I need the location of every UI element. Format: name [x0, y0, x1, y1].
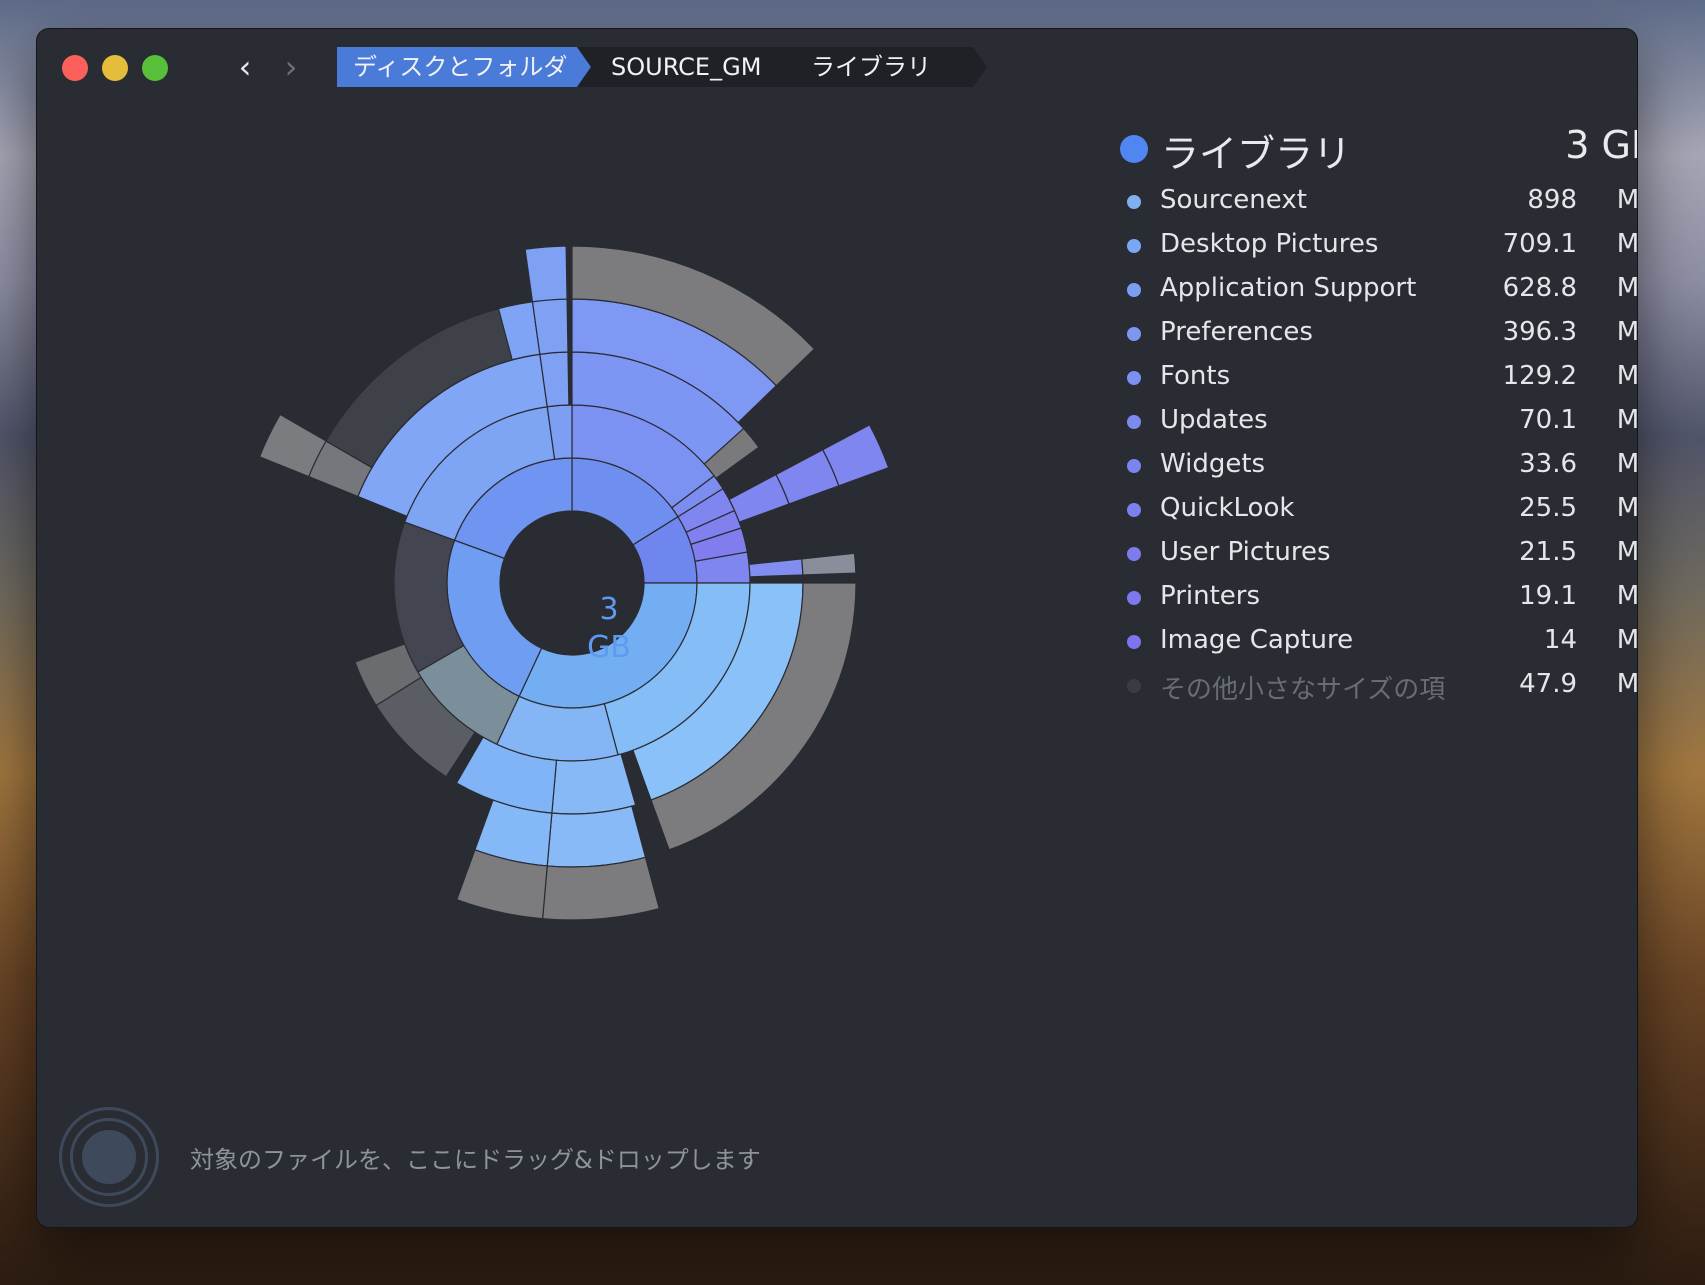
sunburst-segment[interactable] — [541, 856, 660, 921]
legend-item[interactable]: Widgets 33.6 MB — [1117, 445, 1637, 489]
sunburst-segment[interactable] — [524, 245, 568, 303]
legend-dot — [1127, 679, 1141, 693]
legend-title-dot — [1120, 135, 1148, 163]
legend-dot — [1127, 283, 1141, 297]
legend-item-name: Widgets — [1160, 449, 1266, 479]
legend-item-name: User Pictures — [1160, 537, 1331, 567]
legend-item-value: 19.1 — [1519, 581, 1577, 611]
legend-item-value: 628.8 — [1502, 273, 1577, 303]
legend-item-unit: MB — [1616, 317, 1637, 347]
legend-item-unit: MB — [1616, 493, 1637, 523]
legend-item-value: 898 — [1527, 185, 1577, 215]
legend-item[interactable]: Desktop Pictures 709.1 MB — [1117, 225, 1637, 269]
legend-item-name: Application Support — [1160, 273, 1417, 303]
sunburst-segment[interactable] — [801, 552, 857, 576]
legend-item-unit: MB — [1616, 185, 1637, 215]
legend-dot — [1127, 503, 1141, 517]
legend-item-unit: MB — [1616, 625, 1637, 655]
drop-target-icon[interactable] — [59, 1107, 159, 1207]
legend-item[interactable]: Printers 19.1 MB — [1117, 577, 1637, 621]
drop-hint-text: 対象のファイルを、ここにドラッグ&ドロップします — [190, 1146, 761, 1174]
legend-item-value: 70.1 — [1519, 405, 1577, 435]
legend-item-value: 14 — [1543, 625, 1577, 655]
legend-item-name: Preferences — [1160, 317, 1313, 347]
legend-item[interactable]: Image Capture 14 MB — [1117, 621, 1637, 665]
legend-dot — [1127, 195, 1141, 209]
legend-item[interactable]: その他小さなサイズの項 47.9 MB — [1117, 665, 1637, 709]
legend-item-name: その他小さなサイズの項 — [1160, 675, 1446, 705]
legend-item-value: 47.9 — [1519, 669, 1577, 699]
legend-item-value: 33.6 — [1519, 449, 1577, 479]
legend-item-value: 709.1 — [1502, 229, 1577, 259]
legend-dot — [1127, 591, 1141, 605]
legend-dot — [1127, 371, 1141, 385]
legend-item[interactable]: Preferences 396.3 MB — [1117, 313, 1637, 357]
legend-item-unit: MB — [1616, 273, 1637, 303]
sunburst-segment[interactable] — [551, 753, 637, 815]
legend-item-unit: MB — [1616, 405, 1637, 435]
legend-item-value: 21.5 — [1519, 537, 1577, 567]
legend-item-unit: MB — [1616, 229, 1637, 259]
legend-item[interactable]: Application Support 628.8 MB — [1117, 269, 1637, 313]
legend-list: Sourcenext898MBDesktop Pictures709.1MBAp… — [1117, 181, 1637, 709]
legend-item-name: Desktop Pictures — [1160, 229, 1379, 259]
legend-dot — [1127, 415, 1141, 429]
legend-item-name: Printers — [1160, 581, 1261, 611]
center-total-value: 3 — [599, 592, 619, 627]
legend-title-size: 3 GB — [1565, 123, 1637, 167]
sunburst-segment[interactable] — [546, 805, 647, 868]
legend-item-value: 129.2 — [1502, 361, 1577, 391]
legend-item-name: Sourcenext — [1160, 185, 1307, 215]
app-window: ‹ › ディスクとフォルダ SOURCE_GM ライブラリ 3 GB ライブラリ… — [37, 29, 1637, 1227]
legend-item-value: 25.5 — [1519, 493, 1577, 523]
legend-item[interactable]: User Pictures 21.5 MB — [1117, 533, 1637, 577]
legend-dot — [1127, 635, 1141, 649]
legend-title-name: ライブラリ — [1161, 132, 1352, 176]
legend-item[interactable]: QuickLook 25.5 MB — [1117, 489, 1637, 533]
legend-item-name: QuickLook — [1160, 493, 1295, 523]
legend-panel: ライブラリ 3 GB Sourcenext898MBDesktop Pictur… — [1117, 111, 1637, 709]
center-total[interactable]: 3 GB — [529, 591, 689, 667]
legend-item-value: 396.3 — [1502, 317, 1577, 347]
legend-dot — [1127, 327, 1141, 341]
legend-item-unit: MB — [1616, 581, 1637, 611]
legend-item-unit: MB — [1616, 449, 1637, 479]
legend-item-name: Image Capture — [1160, 625, 1354, 655]
legend-item-unit: MB — [1616, 669, 1637, 699]
legend-item[interactable]: Sourcenext 898 MB — [1117, 181, 1637, 225]
legend-dot — [1127, 547, 1141, 561]
legend-item-unit: MB — [1616, 537, 1637, 567]
legend-item-unit: MB — [1616, 361, 1637, 391]
center-total-unit: GB — [587, 630, 631, 665]
legend-dot — [1127, 239, 1141, 253]
legend-item[interactable]: Fonts 129.2 MB — [1117, 357, 1637, 401]
legend-dot — [1127, 459, 1141, 473]
legend-title-row[interactable]: ライブラリ 3 GB — [1117, 111, 1637, 181]
drop-target-core — [82, 1130, 136, 1184]
sunburst-segment[interactable] — [748, 558, 804, 578]
legend-item-name: Fonts — [1160, 361, 1231, 391]
legend-item[interactable]: Updates 70.1 MB — [1117, 401, 1637, 445]
legend-item-name: Updates — [1160, 405, 1268, 435]
